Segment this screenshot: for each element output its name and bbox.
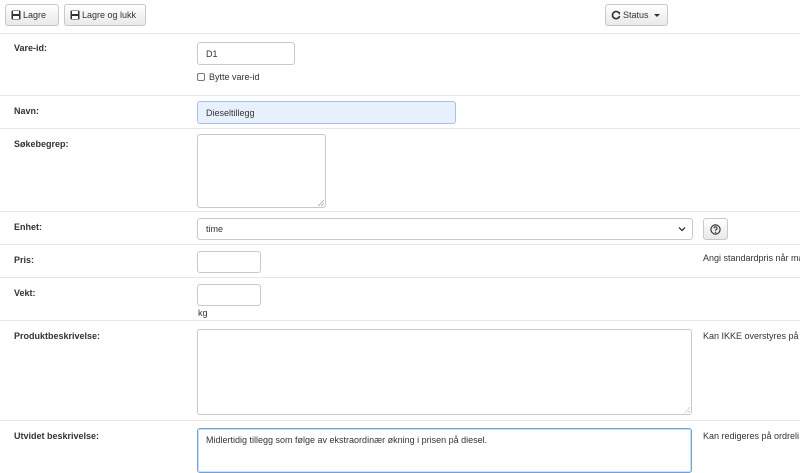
sokebegrep-textarea[interactable]	[197, 134, 326, 208]
navn-label: Navn:	[14, 106, 40, 116]
utvidet-beskrivelse-label: Utvidet beskrivelse:	[14, 431, 100, 441]
row-vekt: Vekt: kg	[0, 278, 800, 321]
pris-input[interactable]	[197, 251, 261, 273]
question-circle-icon	[710, 223, 721, 235]
row-produktbeskrivelse: Produktbeskrivelse: Kan IKKE overstyres …	[0, 321, 800, 421]
pris-help-text: Angi standardpris når ma	[703, 253, 800, 263]
save-button[interactable]: Lagre	[5, 4, 59, 26]
status-dropdown-button[interactable]: Status	[605, 4, 668, 26]
produktbeskrivelse-textarea[interactable]	[197, 329, 692, 415]
pris-label: Pris:	[14, 255, 35, 265]
vare-id-input[interactable]: D1	[197, 42, 295, 65]
produktbeskrivelse-label: Produktbeskrivelse:	[14, 331, 101, 341]
vare-id-label: Vare-id:	[14, 43, 48, 53]
enhet-select-value: time	[206, 224, 224, 234]
resize-handle[interactable]	[318, 200, 324, 206]
enhet-help-button[interactable]	[703, 218, 728, 240]
row-navn: Navn: Dieseltillegg	[0, 96, 800, 129]
enhet-select[interactable]: time	[197, 218, 693, 240]
save-and-close-button-label: Lagre og lukk	[82, 10, 137, 20]
vekt-unit: kg	[198, 308, 208, 318]
toolbar: Lagre Lagre og lukk Status	[0, 0, 800, 34]
row-utvidet-beskrivelse: Utvidet beskrivelse: Midlertidig tillegg…	[0, 421, 800, 473]
save-and-close-button[interactable]: Lagre og lukk	[64, 4, 146, 26]
vekt-label: Vekt:	[14, 288, 36, 298]
navn-input[interactable]: Dieseltillegg	[197, 101, 456, 124]
bytte-vare-id-checkbox[interactable]	[197, 73, 205, 81]
row-vare-id: Vare-id: D1 Bytte vare-id	[0, 33, 800, 96]
enhet-label: Enhet:	[14, 222, 42, 232]
chevron-down-icon	[678, 225, 686, 235]
status-button-label: Status	[623, 10, 649, 20]
caret-down-icon	[653, 13, 660, 17]
refresh-icon	[611, 10, 621, 20]
sokebegrep-label: Søkebegrep:	[14, 139, 69, 149]
floppy-disk-icon	[70, 10, 80, 20]
utvidet-beskrivelse-textarea[interactable]: Midlertidig tillegg som følge av ekstrao…	[197, 428, 692, 473]
produktbeskrivelse-help-text: Kan IKKE overstyres på	[703, 331, 799, 341]
resize-handle[interactable]	[684, 407, 690, 413]
save-button-label: Lagre	[23, 10, 47, 20]
floppy-disk-icon	[11, 10, 21, 20]
row-sokebegrep: Søkebegrep:	[0, 129, 800, 212]
utvidet-beskrivelse-help-text: Kan redigeres på ordreli	[703, 431, 800, 441]
row-pris: Pris: Angi standardpris når ma	[0, 245, 800, 278]
vekt-input[interactable]	[197, 284, 261, 306]
row-enhet: Enhet: time	[0, 212, 800, 245]
bytte-vare-id-label: Bytte vare-id	[209, 72, 260, 82]
